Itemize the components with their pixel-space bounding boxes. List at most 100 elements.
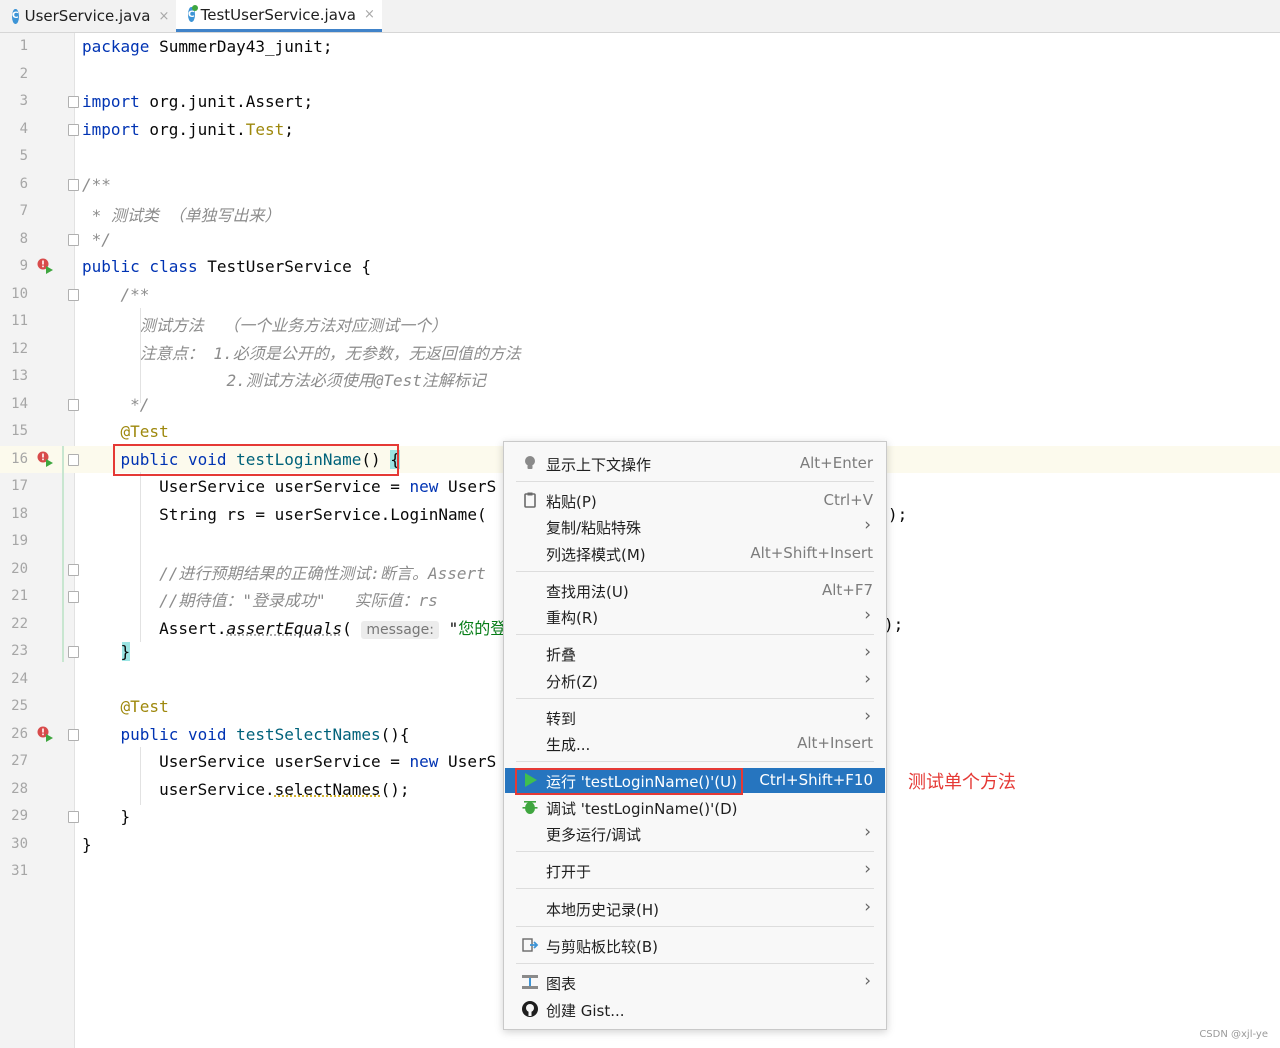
annotation: @Test <box>82 422 169 441</box>
highlight-box <box>113 444 399 476</box>
menu-separator <box>516 571 874 572</box>
run-test-class-icon[interactable] <box>36 257 54 275</box>
code-line: 2 <box>0 61 1280 88</box>
watermark: CSDN @xjl-ye <box>1199 1029 1268 1040</box>
code-text: } <box>82 834 92 854</box>
fold-marker-icon[interactable] <box>68 728 79 741</box>
code-line: 6 /** <box>0 171 1280 198</box>
chevron-right-icon: › <box>864 669 871 689</box>
closing-brace: } <box>82 642 131 661</box>
line-number: 28 <box>11 780 28 797</box>
code-line: 13 2.测试方法必须使用@Test注解标记 <box>0 363 1280 390</box>
highlight-box <box>515 768 743 795</box>
fold-marker-icon[interactable] <box>68 96 79 108</box>
menu-item-column-selection[interactable]: 列选择模式(M) Alt+Shift+Insert <box>505 541 885 566</box>
change-marker <box>62 446 64 662</box>
line-number: 21 <box>11 588 28 604</box>
fold-marker-icon[interactable] <box>68 398 79 411</box>
chevron-right-icon: › <box>864 859 871 879</box>
menu-item-diagrams[interactable]: 图表 › <box>505 970 885 995</box>
context-menu: 显示上下文操作 Alt+Enter 粘贴(P) Ctrl+V 复制/粘贴特殊 ›… <box>503 441 887 1030</box>
close-icon[interactable]: × <box>158 9 169 24</box>
fold-marker-icon[interactable] <box>68 288 79 301</box>
line-number: 26 <box>11 725 28 742</box>
menu-item-create-gist[interactable]: 创建 Gist... <box>505 997 885 1022</box>
menu-item-analyze[interactable]: 分析(Z) › <box>505 668 885 693</box>
code-text: String rs = userService.LoginName( <box>82 504 487 524</box>
menu-item-paste[interactable]: 粘贴(P) Ctrl+V <box>505 488 885 513</box>
menu-item-shortcut: Alt+F7 <box>821 581 873 599</box>
line-number: 16 <box>11 450 28 467</box>
menu-item-open-in[interactable]: 打开于 › <box>505 858 885 883</box>
code-line: 14 */ <box>0 391 1280 418</box>
code-text: org.junit. <box>139 119 246 139</box>
menu-item-label: 显示上下文操作 <box>546 456 652 474</box>
string-literal: 您的登 <box>458 618 507 638</box>
menu-item-generate[interactable]: 生成... Alt+Insert <box>505 731 885 756</box>
menu-item-goto[interactable]: 转到 › <box>505 705 885 730</box>
fold-marker-icon[interactable] <box>68 233 79 246</box>
fold-marker-icon[interactable] <box>68 178 79 191</box>
line-number: 22 <box>11 615 28 632</box>
line-number: 30 <box>11 835 28 852</box>
menu-separator <box>516 634 874 635</box>
menu-item-label: 粘贴(P) <box>546 493 597 511</box>
tab-userservice[interactable]: C UserService.java × <box>0 0 176 32</box>
fold-marker-icon[interactable] <box>68 563 79 576</box>
menu-item-refactor[interactable]: 重构(R) › <box>505 604 885 629</box>
menu-item-label: 查找用法(U) <box>546 583 629 601</box>
code-text: userService. <box>82 779 275 799</box>
line-number: 7 <box>19 203 28 219</box>
menu-item-label: 创建 Gist... <box>546 1002 625 1020</box>
menu-item-folding[interactable]: 折叠 › <box>505 641 885 666</box>
menu-item-debug-test[interactable]: 调试 'testLoginName()'(D) <box>505 795 885 820</box>
tab-testuserservice[interactable]: C TestUserService.java × <box>176 0 382 32</box>
line-number: 13 <box>11 368 28 384</box>
fold-marker-icon[interactable] <box>68 123 79 136</box>
indent-guide <box>140 308 141 403</box>
menu-item-copy-paste-special[interactable]: 复制/粘贴特殊 › <box>505 514 885 539</box>
fold-marker-icon[interactable] <box>68 646 79 658</box>
chevron-right-icon: › <box>864 971 871 991</box>
menu-item-label: 调试 'testLoginName()'(D) <box>546 800 738 818</box>
close-icon[interactable]: × <box>364 7 375 22</box>
menu-separator <box>516 761 874 762</box>
fold-marker-icon[interactable] <box>68 591 79 603</box>
menu-item-compare-clipboard[interactable]: 与剪贴板比较(B) <box>505 933 885 958</box>
menu-item-shortcut: Alt+Insert <box>797 734 873 752</box>
fold-marker-icon[interactable] <box>68 811 79 823</box>
code-text: UserS <box>438 477 497 496</box>
code-text: ( <box>342 618 362 638</box>
line-number: 29 <box>11 808 28 824</box>
run-test-method-icon[interactable] <box>36 450 54 468</box>
menu-item-show-context-actions[interactable]: 显示上下文操作 Alt+Enter <box>505 451 885 476</box>
code-text: UserService userService = <box>82 477 410 496</box>
code-text: ); <box>888 504 908 524</box>
line-number: 6 <box>19 175 28 192</box>
run-test-method-icon[interactable] <box>36 725 54 743</box>
line-number: 3 <box>19 93 28 109</box>
code-text: SummerDay43_junit; <box>149 37 333 56</box>
fold-marker-icon[interactable] <box>68 453 79 466</box>
line-number: 8 <box>19 230 28 247</box>
menu-item-label: 更多运行/调试 <box>546 826 642 844</box>
tab-label: TestUserService.java <box>200 5 356 24</box>
menu-separator <box>516 698 874 699</box>
code-text: (){ <box>380 724 410 744</box>
editor-tab-bar: C UserService.java × C TestUserService.j… <box>0 0 1280 33</box>
method-name: testSelectNames <box>226 724 381 744</box>
line-number: 18 <box>11 505 28 522</box>
code-text: } <box>82 807 131 826</box>
comment: 注意点： 1.必须是公开的，无参数，无返回值的方法 <box>82 343 521 363</box>
menu-item-label: 折叠 <box>546 646 577 664</box>
menu-item-label: 分析(Z) <box>546 673 598 691</box>
menu-item-more-run-debug[interactable]: 更多运行/调试 › <box>505 821 885 846</box>
line-number: 4 <box>19 120 28 137</box>
github-icon <box>522 1001 538 1017</box>
keyword: public void <box>120 724 227 744</box>
menu-item-local-history[interactable]: 本地历史记录(H) › <box>505 896 885 921</box>
menu-item-find-usages[interactable]: 查找用法(U) Alt+F7 <box>505 578 885 603</box>
java-test-class-icon: C <box>188 5 198 22</box>
method-call: selectNames <box>274 779 381 799</box>
